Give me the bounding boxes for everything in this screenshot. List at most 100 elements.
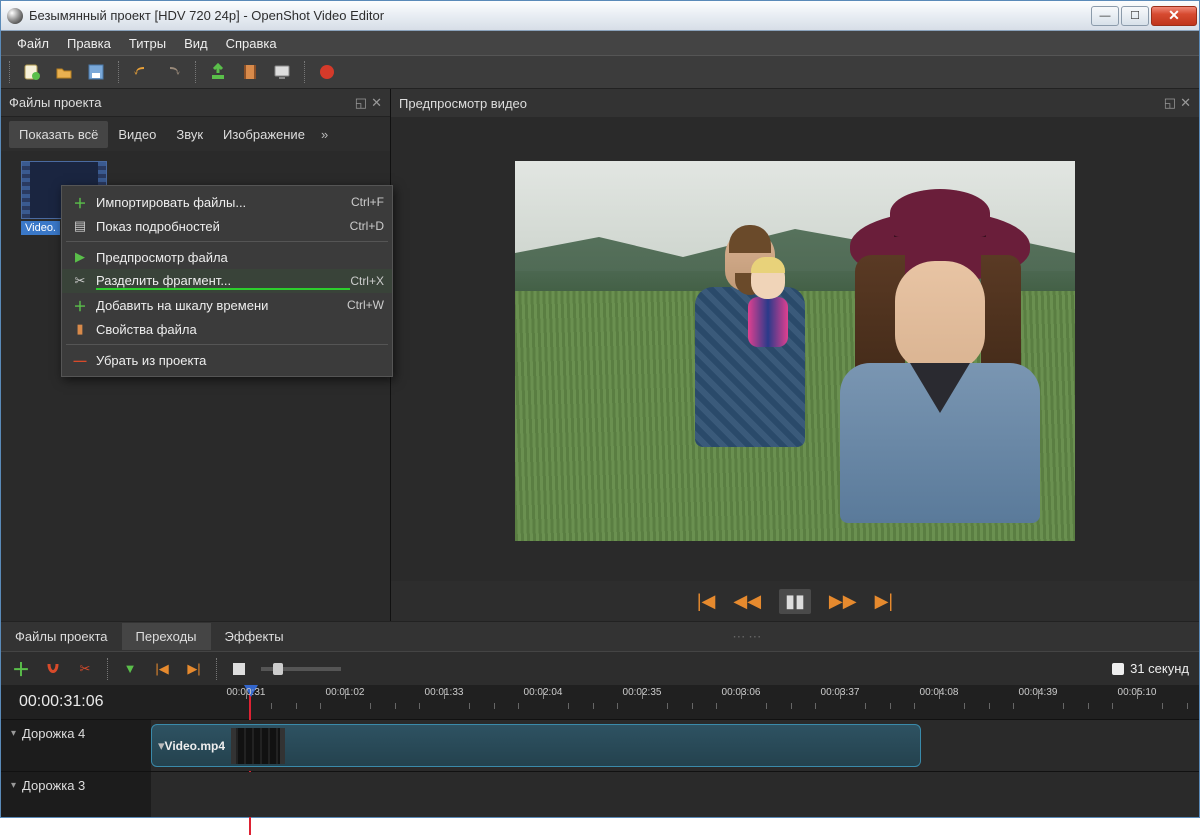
minus-icon: — [70,353,90,368]
details-icon: ▤ [70,218,90,234]
timecode-display: 00:00:31:06 [1,693,151,711]
preview-title: Предпросмотр видео [399,96,527,111]
context-menu: ＋ Импортировать файлы... Ctrl+F ▤ Показ … [61,185,393,377]
menu-titles[interactable]: Титры [121,33,174,54]
timeline-toolbar: ＋ ✂ ▼ |◀ ▶| 31 секунд [1,651,1199,685]
record-icon[interactable] [317,62,337,82]
track-3: ▾ Дорожка 3 [1,771,1199,817]
bottom-tabs: Файлы проекта Переходы Эффекты ⋯⋯ [1,621,1199,651]
ctx-add-to-timeline[interactable]: ＋ Добавить на шкалу времени Ctrl+W [62,293,392,317]
menu-file[interactable]: Файл [9,33,57,54]
redo-icon[interactable] [163,62,183,82]
rewind-icon[interactable]: ◀◀ [733,591,761,612]
window-title: Безымянный проект [HDV 720 24p] - OpenSh… [29,8,1091,23]
ctx-split-clip[interactable]: ✂ Разделить фрагмент... Ctrl+X [62,269,392,293]
preview-viewport[interactable] [391,117,1199,581]
timeline-end-icon [1112,663,1124,675]
clip-label: Video.mp4 [165,739,225,753]
main-toolbar [1,55,1199,89]
menu-bar: Файл Правка Титры Вид Справка [1,31,1199,55]
tab-transitions[interactable]: Переходы [122,623,211,650]
screen-icon[interactable] [272,62,292,82]
track-label: Дорожка 3 [22,778,85,793]
ctx-show-details[interactable]: ▤ Показ подробностей Ctrl+D [62,214,392,238]
close-panel-icon[interactable]: ✕ [1180,95,1191,111]
maximize-button[interactable]: ☐ [1121,6,1149,26]
project-files-panel: Файлы проекта ◱✕ Показать всё Видео Звук… [1,89,391,621]
ctx-remove-from-project[interactable]: — Убрать из проекта [62,348,392,372]
title-bar: Безымянный проект [HDV 720 24p] - OpenSh… [1,1,1199,31]
next-marker-icon[interactable]: ▶| [184,659,204,679]
app-window: Безымянный проект [HDV 720 24p] - OpenSh… [0,0,1200,818]
drag-handle-icon[interactable]: ⋯⋯ [298,629,1199,645]
scissors-icon: ✂ [70,273,90,289]
undo-icon[interactable] [131,62,151,82]
razor-icon[interactable]: ✂ [75,659,95,679]
zoom-box-icon[interactable] [229,659,249,679]
new-project-icon[interactable] [22,62,42,82]
timeline-ruler-row: 00:00:31:06 00:00:3100:01:0200:01:3300:0… [1,685,1199,719]
zoom-slider[interactable] [261,667,341,671]
preview-header: Предпросмотр видео ◱✕ [391,89,1199,117]
play-icon: ▶ [70,249,90,265]
track-label: Дорожка 4 [22,726,85,741]
filter-image[interactable]: Изображение [213,121,315,148]
plus-icon: ＋ [70,296,90,315]
close-panel-icon[interactable]: ✕ [371,95,382,111]
film-icon[interactable] [240,62,260,82]
track-body[interactable] [151,772,1199,817]
timeline-clip[interactable]: ▾ Video.mp4 [151,724,921,767]
person-figure [825,211,1055,541]
track-header[interactable]: ▾ Дорожка 4 [1,720,151,771]
tab-project-files[interactable]: Файлы проекта [1,623,122,650]
chevron-down-icon: ▾ [11,728,16,739]
open-project-icon[interactable] [54,62,74,82]
close-button[interactable]: ✕ [1151,6,1197,26]
jump-start-icon[interactable]: |◀ [697,591,716,612]
app-icon [7,8,23,24]
project-file-label: Video. [21,221,60,235]
add-track-icon[interactable]: ＋ [11,659,31,679]
fast-forward-icon[interactable]: ▶▶ [829,591,857,612]
filter-overflow-icon[interactable]: » [321,127,328,142]
track-header[interactable]: ▾ Дорожка 3 [1,772,151,817]
pause-button[interactable]: ▮▮ [779,589,811,614]
menu-edit[interactable]: Правка [59,33,119,54]
project-files-header: Файлы проекта ◱✕ [1,89,390,117]
ctx-preview-file[interactable]: ▶ Предпросмотр файла [62,245,392,269]
film-icon: ▮ [70,321,90,337]
timeline-tracks: ▾ Дорожка 4 ▾ Video.mp4 ▾ Дорожка 3 [1,719,1199,817]
video-frame [515,161,1075,541]
undock-icon[interactable]: ◱ [1164,95,1176,111]
project-files-title: Файлы проекта [9,95,102,110]
prev-marker-icon[interactable]: |◀ [152,659,172,679]
menu-view[interactable]: Вид [176,33,216,54]
track-4: ▾ Дорожка 4 ▾ Video.mp4 [1,719,1199,771]
import-files-icon[interactable] [208,62,228,82]
tab-effects[interactable]: Эффекты [211,623,298,650]
ctx-import-files[interactable]: ＋ Импортировать файлы... Ctrl+F [62,190,392,214]
timeline-ruler[interactable]: 00:00:3100:01:0200:01:3300:02:0400:02:35… [151,685,1199,719]
filter-audio[interactable]: Звук [166,121,213,148]
timeline-duration: 31 секунд [1130,661,1189,676]
track-body[interactable]: ▾ Video.mp4 [151,720,1199,771]
filter-all[interactable]: Показать всё [9,121,108,148]
person-figure [685,231,815,491]
filter-video[interactable]: Видео [108,121,166,148]
transport-controls: |◀ ◀◀ ▮▮ ▶▶ ▶| [391,581,1199,621]
undock-icon[interactable]: ◱ [355,95,367,111]
snap-icon[interactable] [43,659,63,679]
marker-icon[interactable]: ▼ [120,659,140,679]
plus-icon: ＋ [70,193,90,212]
main-area: Файлы проекта ◱✕ Показать всё Видео Звук… [1,89,1199,621]
save-project-icon[interactable] [86,62,106,82]
filter-tabs: Показать всё Видео Звук Изображение » [1,117,390,151]
jump-end-icon[interactable]: ▶| [875,591,894,612]
minimize-button[interactable]: — [1091,6,1119,26]
menu-help[interactable]: Справка [218,33,285,54]
project-files-body[interactable]: Video. ＋ Импортировать файлы... Ctrl+F ▤… [1,151,390,621]
chevron-down-icon: ▾ [11,780,16,791]
preview-panel: Предпросмотр видео ◱✕ [391,89,1199,621]
clip-thumb [231,728,285,764]
ctx-file-properties[interactable]: ▮ Свойства файла [62,317,392,341]
